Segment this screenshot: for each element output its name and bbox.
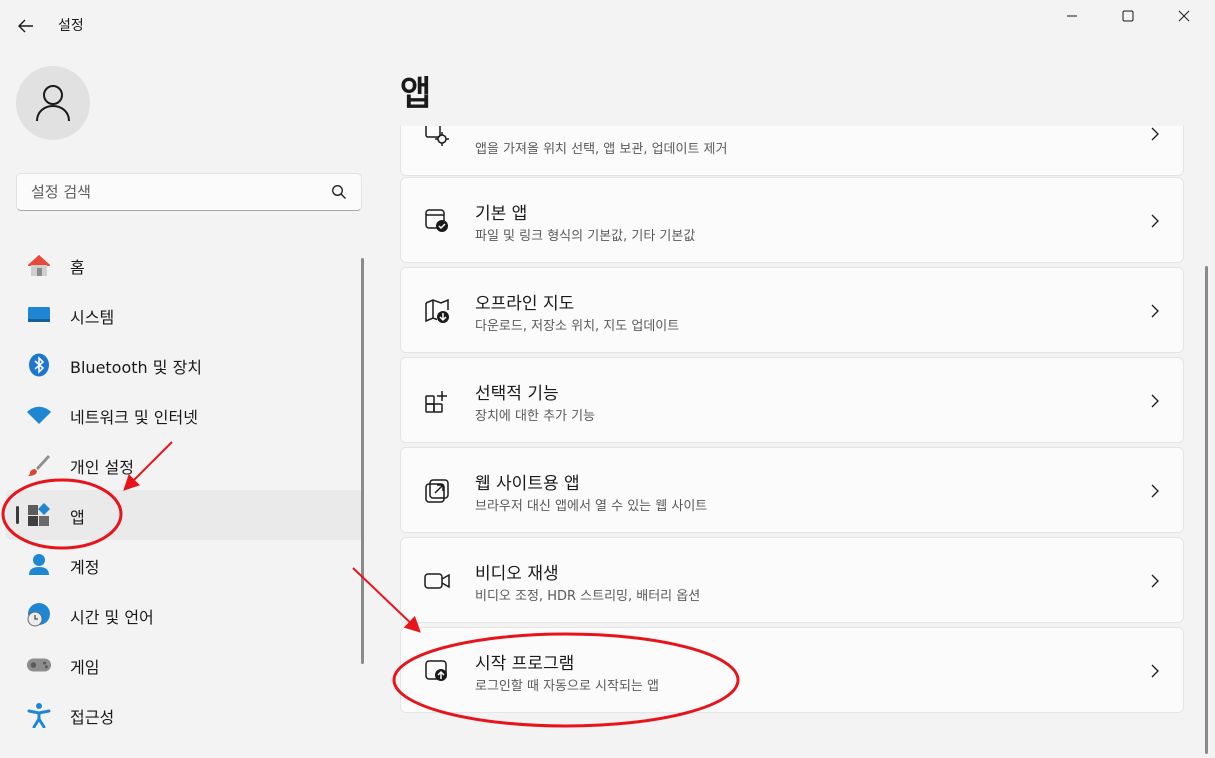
sidebar-item-label: 개인 설정 <box>70 458 134 477</box>
sidebar-item-apps[interactable]: 앱 <box>6 490 364 540</box>
card-optional-features[interactable]: 선택적 기능 장치에 대한 추가 기능 <box>400 357 1184 443</box>
page-title: 앱 <box>400 74 432 114</box>
sidebar-nav: 홈 시스템 Bluetooth 및 장치 네트워크 및 인터넷 개인 설정 앱 <box>0 240 364 740</box>
close-button[interactable] <box>1157 0 1211 32</box>
sidebar-item-label: 앱 <box>70 508 85 527</box>
card-subtitle: 비디오 조정, HDR 스트리밍, 배터리 옵션 <box>475 589 701 604</box>
card-subtitle: 로그인할 때 자동으로 시작되는 앱 <box>475 679 659 694</box>
globe-clock-icon <box>26 602 52 628</box>
title-bar: 설정 <box>0 0 1215 52</box>
card-title: 시작 프로그램 <box>475 654 575 674</box>
sidebar-item-home[interactable]: 홈 <box>6 240 364 290</box>
accessibility-icon <box>26 702 52 728</box>
card-apps-for-websites[interactable]: 웹 사이트용 앱 브라우저 대신 앱에서 열 수 있는 웹 사이트 <box>400 447 1184 533</box>
sidebar-item-label: 계정 <box>70 558 100 577</box>
main-scrollbar[interactable] <box>1205 266 1208 754</box>
home-icon <box>26 252 52 278</box>
chevron-right-icon <box>1151 214 1159 228</box>
card-video-playback[interactable]: 비디오 재생 비디오 조정, HDR 스트리밍, 배터리 옵션 <box>400 537 1184 623</box>
sidebar-item-time-language[interactable]: 시간 및 언어 <box>6 590 364 640</box>
chevron-right-icon <box>1151 127 1159 141</box>
app-gear-icon <box>423 126 451 148</box>
back-arrow-icon <box>18 19 33 33</box>
sidebar-item-label: 게임 <box>70 658 100 677</box>
card-subtitle: 파일 및 링크 형식의 기본값, 기타 기본값 <box>475 229 696 244</box>
chevron-right-icon <box>1151 394 1159 408</box>
selection-indicator <box>16 506 19 524</box>
sidebar-item-network[interactable]: 네트워크 및 인터넷 <box>6 390 364 440</box>
chevron-right-icon <box>1151 484 1159 498</box>
sidebar-item-label: 시간 및 언어 <box>70 608 154 627</box>
sidebar-item-bluetooth[interactable]: Bluetooth 및 장치 <box>6 340 364 390</box>
search-input[interactable] <box>31 174 331 210</box>
default-apps-icon <box>423 207 451 235</box>
minimize-icon <box>1067 15 1077 17</box>
apps-icon <box>26 502 52 528</box>
card-subtitle: 장치에 대한 추가 기능 <box>475 409 596 424</box>
sidebar-scrollbar[interactable] <box>361 258 364 664</box>
user-avatar[interactable] <box>16 66 90 140</box>
sidebar-item-label: 네트워크 및 인터넷 <box>70 408 198 427</box>
card-subtitle: 다운로드, 저장소 위치, 지도 업데이트 <box>475 319 680 334</box>
settings-search[interactable] <box>16 173 362 211</box>
chevron-right-icon <box>1151 664 1159 678</box>
sidebar-item-personalization[interactable]: 개인 설정 <box>6 440 364 490</box>
back-button[interactable] <box>12 12 40 40</box>
wifi-icon <box>26 402 52 428</box>
card-default-apps[interactable]: 기본 앱 파일 및 링크 형식의 기본값, 기타 기본값 <box>400 177 1184 263</box>
optional-features-icon <box>423 387 451 415</box>
sidebar-item-accounts[interactable]: 계정 <box>6 540 364 590</box>
video-icon <box>423 567 451 595</box>
card-subtitle: 앱을 가져올 위치 선택, 앱 보관, 업데이트 제거 <box>475 142 728 157</box>
sidebar-item-accessibility[interactable]: 접근성 <box>6 690 364 740</box>
card-subtitle: 브라우저 대신 앱에서 열 수 있는 웹 사이트 <box>475 499 708 514</box>
startup-icon <box>423 657 451 685</box>
app-title: 설정 <box>58 18 84 34</box>
sidebar-item-label: 접근성 <box>70 708 115 727</box>
account-icon <box>26 552 52 578</box>
maximize-icon <box>1122 10 1134 22</box>
chevron-right-icon <box>1151 574 1159 588</box>
card-title: 기본 앱 <box>475 204 528 224</box>
website-apps-icon <box>423 477 451 505</box>
minimize-button[interactable] <box>1045 0 1099 32</box>
gamepad-icon <box>26 652 52 678</box>
system-icon <box>26 302 52 328</box>
sidebar-item-system[interactable]: 시스템 <box>6 290 364 340</box>
card-title: 비디오 재생 <box>475 564 559 584</box>
sidebar-item-gaming[interactable]: 게임 <box>6 640 364 690</box>
user-icon <box>36 85 70 122</box>
close-icon <box>1178 10 1190 22</box>
bluetooth-icon <box>26 352 52 378</box>
card-offline-maps[interactable]: 오프라인 지도 다운로드, 저장소 위치, 지도 업데이트 <box>400 267 1184 353</box>
sidebar-item-label: 시스템 <box>70 308 115 327</box>
sidebar-item-label: 홈 <box>70 258 85 277</box>
sidebar-item-label: Bluetooth 및 장치 <box>70 358 203 377</box>
brush-icon <box>26 452 52 478</box>
maximize-button[interactable] <box>1101 0 1155 32</box>
card-title: 오프라인 지도 <box>475 294 575 314</box>
card-advanced-app-settings[interactable]: 앱을 가져올 위치 선택, 앱 보관, 업데이트 제거 <box>400 126 1184 176</box>
card-startup-apps[interactable]: 시작 프로그램 로그인할 때 자동으로 시작되는 앱 <box>400 627 1184 713</box>
settings-list: 앱을 가져올 위치 선택, 앱 보관, 업데이트 제거 기본 앱 파일 및 링크… <box>400 126 1184 758</box>
card-title: 선택적 기능 <box>475 384 559 404</box>
chevron-right-icon <box>1151 304 1159 318</box>
search-icon[interactable] <box>331 184 347 200</box>
card-title: 웹 사이트용 앱 <box>475 474 580 494</box>
offline-map-icon <box>423 297 451 325</box>
